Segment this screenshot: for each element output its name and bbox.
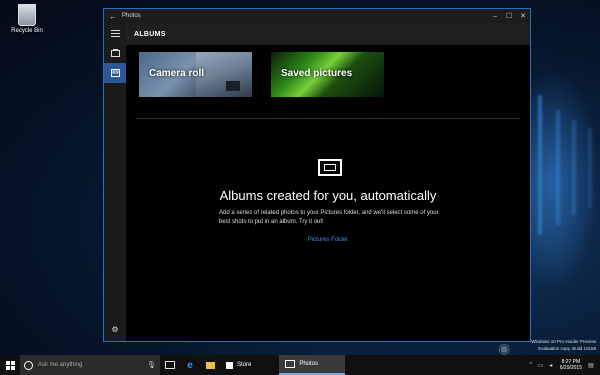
taskbar-app-label: Photos [299, 361, 319, 367]
title-bar: ← Photos – ☐ ✕ [104, 9, 530, 23]
taskbar-app-store[interactable]: Store [220, 355, 257, 375]
tile-label: Saved pictures [281, 68, 353, 79]
navigation-rail: ⚙ [104, 23, 126, 341]
close-icon: ✕ [520, 13, 526, 20]
clock[interactable]: 8:27 PM 6/29/2015 [560, 359, 582, 372]
albums-content: Camera roll Saved pictures Albums create… [126, 45, 530, 341]
microphone-icon[interactable]: 🎙 [147, 361, 156, 369]
page-title: ALBUMS [134, 30, 166, 38]
empty-state-description: Add a series of related photos to your P… [219, 210, 439, 225]
back-button[interactable]: ← [104, 12, 122, 21]
desktop-light-beam [572, 120, 576, 215]
empty-state-title: Albums created for you, automatically [219, 188, 437, 203]
rail-item-albums[interactable] [104, 63, 126, 83]
minimize-icon: – [493, 12, 497, 20]
collection-icon [110, 49, 120, 57]
store-icon [226, 361, 233, 369]
photos-window: ← Photos – ☐ ✕ ⚙ ALBUMS Camera roll Save… [103, 8, 531, 342]
hamburger-icon [110, 29, 120, 37]
page-header: ALBUMS [126, 23, 530, 45]
recycle-bin-label: Recycle Bin [11, 28, 43, 34]
album-tile-saved-pictures[interactable]: Saved pictures [271, 52, 384, 97]
rail-item-collection[interactable] [104, 43, 126, 63]
cortana-circle-icon [24, 360, 33, 370]
desktop-light-beam [538, 95, 542, 235]
close-button[interactable]: ✕ [516, 12, 530, 20]
desktop-icon-recycle-bin[interactable]: Recycle Bin [4, 4, 50, 34]
album-tile-camera-roll[interactable]: Camera roll [139, 52, 252, 97]
start-button[interactable] [0, 355, 20, 375]
recycle-bin-icon [18, 4, 36, 26]
desktop-light-beam [588, 128, 592, 208]
window-title: Photos [122, 13, 141, 19]
watermark-line: Evaluation copy. Build 10158 [538, 345, 596, 351]
clock-date: 6/29/2015 [559, 365, 582, 371]
chevron-up-icon: ^ [529, 362, 533, 368]
notification-icon: ▤ [588, 362, 594, 369]
folder-icon [205, 361, 215, 369]
speaker-icon: ◂ [549, 362, 553, 369]
hamburger-menu-button[interactable] [104, 23, 126, 43]
task-view-icon [165, 361, 175, 369]
network-button[interactable]: ▭ [536, 355, 546, 375]
network-icon: ▭ [537, 362, 544, 369]
watermark-line: Windows 10 Pro Insider Preview [531, 339, 596, 345]
windows-logo-icon [5, 360, 15, 370]
show-hidden-icons-button[interactable]: ^ [526, 355, 536, 375]
pictures-folder-link[interactable]: Pictures Folder [126, 237, 530, 243]
edge-icon: e [187, 359, 193, 371]
taskbar-file-explorer-button[interactable] [200, 355, 220, 375]
cortana-search-box[interactable]: Ask me anything 🎙 [20, 355, 160, 375]
taskbar: Ask me anything 🎙 e Store Photos ^ ▭ ◂ 8… [0, 355, 600, 375]
taskbar-app-photos[interactable]: Photos [279, 355, 346, 375]
gear-icon: ⚙ [111, 324, 119, 334]
photos-icon [285, 360, 296, 368]
notifications-button[interactable]: ▤ [586, 355, 596, 375]
taskbar-app-label: Store [237, 362, 252, 368]
volume-button[interactable]: ◂ [546, 355, 556, 375]
minimize-button[interactable]: – [488, 13, 502, 20]
search-input: Ask me anything [38, 362, 83, 368]
maximize-button[interactable]: ☐ [502, 12, 516, 20]
system-tray: ^ ▭ ◂ 8:27 PM 6/29/2015 ▤ [526, 355, 600, 375]
build-watermark: Windows 10 Pro Insider Preview Evaluatio… [531, 339, 596, 352]
back-arrow-icon: ← [109, 11, 117, 21]
section-divider [136, 118, 520, 119]
albums-icon [110, 69, 120, 77]
maximize-icon: ☐ [505, 13, 513, 20]
tile-label: Camera roll [149, 68, 205, 79]
settings-button[interactable]: ⚙ [104, 321, 126, 337]
task-view-button[interactable] [160, 355, 180, 375]
taskbar-edge-button[interactable]: e [180, 355, 200, 375]
desktop-light-beam [556, 110, 560, 225]
album-placeholder-icon [318, 159, 342, 176]
